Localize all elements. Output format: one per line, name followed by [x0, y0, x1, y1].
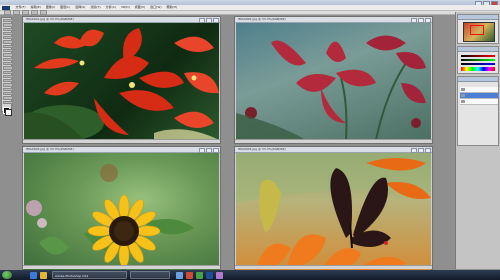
- taskbar-button-window[interactable]: [130, 271, 170, 279]
- menu-item-layer[interactable]: 图层(L): [58, 5, 73, 10]
- pink-lily-photo: [236, 35, 426, 140]
- layer-row[interactable]: [460, 99, 498, 105]
- color-panel[interactable]: [457, 46, 499, 74]
- image-canvas-pink-lily[interactable]: [236, 23, 431, 140]
- tool-preset-button[interactable]: [4, 10, 11, 15]
- document-window[interactable]: IMG0002.jpg @ 33.3%(RGB/8#): [234, 16, 433, 144]
- pen-tool-icon[interactable]: [3, 79, 13, 83]
- document-status-bar: [235, 139, 432, 143]
- red-slider[interactable]: [461, 55, 495, 57]
- option-button[interactable]: [13, 10, 20, 15]
- document-window[interactable]: IMG0001.jpg @ 33.3%(RGB/8#): [22, 16, 221, 144]
- document-title: IMG0001.jpg @ 33.3%(RGB/8#): [26, 17, 74, 21]
- menu-item-window[interactable]: 窗口(W): [148, 5, 164, 10]
- document-status-bar: [23, 265, 220, 269]
- zoom-tool-icon[interactable]: [3, 100, 13, 104]
- eraser-tool-icon[interactable]: [3, 61, 13, 66]
- color-swatches[interactable]: [3, 106, 12, 116]
- blur-tool-icon[interactable]: [3, 70, 13, 74]
- history-brush-tool-icon[interactable]: [3, 57, 13, 61]
- navigator-panel[interactable]: [457, 14, 499, 44]
- image-canvas-red-lilies[interactable]: [24, 23, 219, 140]
- option-button[interactable]: [22, 10, 29, 15]
- panels-dock: [455, 12, 500, 269]
- move-tool-icon[interactable]: [3, 19, 13, 23]
- menu-item-help[interactable]: 帮助(H): [164, 5, 180, 10]
- brush-tool-icon[interactable]: [3, 49, 13, 53]
- taskbar-button-photoshop[interactable]: Adobe Photoshop CS4: [52, 271, 127, 279]
- photoshop-logo-icon: [2, 5, 10, 10]
- image-canvas-sunflower[interactable]: [24, 153, 219, 270]
- start-button-icon[interactable]: [2, 271, 12, 279]
- spectrum-bar[interactable]: [461, 67, 495, 71]
- sunflower-photo: [26, 164, 194, 270]
- marquee-tool-icon[interactable]: [3, 23, 13, 27]
- menu-item-select[interactable]: 选择(S): [73, 5, 88, 10]
- green-slider[interactable]: [461, 59, 495, 61]
- gradient-tool-icon[interactable]: [3, 66, 13, 70]
- layer-thumbnail: [461, 100, 465, 103]
- navigator-panel-tab[interactable]: [458, 15, 498, 20]
- menu-item-3d[interactable]: 3D(D): [118, 5, 132, 10]
- menu-item-view[interactable]: 视图(V): [132, 5, 147, 10]
- layers-panel[interactable]: [457, 76, 499, 146]
- folder-icon[interactable]: [40, 271, 47, 279]
- healing-brush-tool-icon[interactable]: [3, 44, 13, 49]
- app-icon[interactable]: [186, 271, 193, 279]
- color-sliders[interactable]: [461, 55, 495, 73]
- option-button[interactable]: [40, 10, 47, 15]
- menu-item-analysis[interactable]: 分析(A): [103, 5, 118, 10]
- layer-thumbnail: [461, 94, 465, 97]
- document-status-bar: [23, 139, 220, 143]
- clone-stamp-tool-icon[interactable]: [3, 53, 13, 57]
- path-select-tool-icon[interactable]: [3, 87, 13, 92]
- toolbox: [1, 17, 13, 116]
- menu-item-filter[interactable]: 滤镜(T): [88, 5, 103, 10]
- blue-slider[interactable]: [461, 63, 495, 65]
- app-icon[interactable]: [216, 271, 223, 279]
- document-title: IMG0003.jpg @ 33.3%(RGB/8#): [26, 147, 74, 151]
- image-canvas-butterfly[interactable]: [236, 153, 431, 270]
- quick-select-tool-icon[interactable]: [3, 31, 13, 36]
- layer-thumbnail: [461, 88, 465, 91]
- layers-panel-tab[interactable]: [458, 77, 498, 82]
- document-window[interactable]: IMG0004.jpg @ 33.3%(RGB/8#): [234, 146, 433, 270]
- background-color-swatch[interactable]: [5, 108, 12, 116]
- hand-tool-icon[interactable]: [3, 96, 13, 100]
- document-window[interactable]: IMG0003.jpg @ 33.3%(RGB/8#): [22, 146, 221, 270]
- taskbar: Adobe Photoshop CS4: [0, 270, 500, 280]
- shape-tool-icon[interactable]: [3, 92, 13, 96]
- eyedropper-tool-icon[interactable]: [3, 40, 13, 44]
- crop-tool-icon[interactable]: [3, 36, 13, 40]
- document-status-bar: [235, 265, 432, 269]
- app-icon[interactable]: [196, 271, 203, 279]
- option-button[interactable]: [31, 10, 38, 15]
- options-bar: [0, 10, 500, 15]
- dodge-tool-icon[interactable]: [3, 74, 13, 79]
- document-title: IMG0004.jpg @ 33.3%(RGB/8#): [238, 147, 286, 151]
- type-tool-icon[interactable]: [3, 83, 13, 87]
- butterfly-photo: [236, 153, 431, 270]
- document-title: IMG0002.jpg @ 33.3%(RGB/8#): [238, 17, 286, 21]
- color-panel-tab[interactable]: [458, 47, 498, 52]
- red-lilies-photo: [24, 28, 219, 140]
- browser-icon[interactable]: [30, 271, 37, 279]
- app-icon[interactable]: [176, 271, 183, 279]
- app-icon[interactable]: [206, 271, 213, 279]
- lasso-tool-icon[interactable]: [3, 27, 13, 31]
- navigator-view-box[interactable]: [470, 25, 484, 35]
